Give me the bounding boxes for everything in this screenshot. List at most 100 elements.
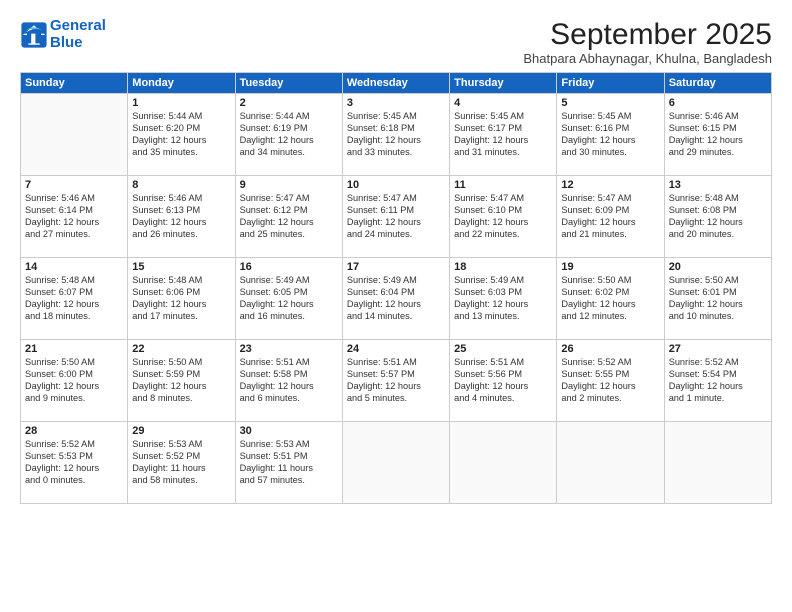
calendar-day-cell: 22Sunrise: 5:50 AMSunset: 5:59 PMDayligh… <box>128 340 235 422</box>
title-block: September 2025 Bhatpara Abhaynagar, Khul… <box>523 18 772 66</box>
day-info-line: Daylight: 12 hours <box>132 217 230 229</box>
day-info-line: Daylight: 12 hours <box>669 299 767 311</box>
calendar-day-cell <box>450 422 557 504</box>
day-info-line: Sunset: 6:12 PM <box>240 205 338 217</box>
calendar-day-cell: 28Sunrise: 5:52 AMSunset: 5:53 PMDayligh… <box>21 422 128 504</box>
day-info-line: and 16 minutes. <box>240 311 338 323</box>
day-info-line: and 33 minutes. <box>347 147 445 159</box>
calendar-day-cell: 26Sunrise: 5:52 AMSunset: 5:55 PMDayligh… <box>557 340 664 422</box>
day-info-line: Sunset: 5:57 PM <box>347 369 445 381</box>
day-number: 15 <box>132 261 230 273</box>
logo-text: General Blue <box>50 18 106 51</box>
calendar-header-cell: Monday <box>128 73 235 94</box>
day-info-line: Sunrise: 5:46 AM <box>25 193 123 205</box>
day-info-line: Sunset: 6:08 PM <box>669 205 767 217</box>
calendar-day-cell: 29Sunrise: 5:53 AMSunset: 5:52 PMDayligh… <box>128 422 235 504</box>
day-info-line: Sunset: 6:19 PM <box>240 123 338 135</box>
page: General Blue September 2025 Bhatpara Abh… <box>0 0 792 612</box>
day-number: 22 <box>132 343 230 355</box>
day-number: 10 <box>347 179 445 191</box>
day-info-line: Sunset: 5:58 PM <box>240 369 338 381</box>
day-info-line: and 0 minutes. <box>25 475 123 487</box>
day-info-line: Daylight: 12 hours <box>347 135 445 147</box>
day-info-line: and 26 minutes. <box>132 229 230 241</box>
day-info-line: and 17 minutes. <box>132 311 230 323</box>
day-info-line: Sunrise: 5:51 AM <box>454 357 552 369</box>
day-info-line: Sunrise: 5:47 AM <box>454 193 552 205</box>
day-info-line: Sunrise: 5:47 AM <box>561 193 659 205</box>
day-number: 16 <box>240 261 338 273</box>
calendar-day-cell: 30Sunrise: 5:53 AMSunset: 5:51 PMDayligh… <box>235 422 342 504</box>
day-number: 20 <box>669 261 767 273</box>
calendar-week-row: 28Sunrise: 5:52 AMSunset: 5:53 PMDayligh… <box>21 422 772 504</box>
day-number: 27 <box>669 343 767 355</box>
day-number: 23 <box>240 343 338 355</box>
calendar-day-cell: 5Sunrise: 5:45 AMSunset: 6:16 PMDaylight… <box>557 94 664 176</box>
calendar-day-cell: 23Sunrise: 5:51 AMSunset: 5:58 PMDayligh… <box>235 340 342 422</box>
calendar-week-row: 21Sunrise: 5:50 AMSunset: 6:00 PMDayligh… <box>21 340 772 422</box>
day-number: 21 <box>25 343 123 355</box>
calendar-day-cell: 20Sunrise: 5:50 AMSunset: 6:01 PMDayligh… <box>664 258 771 340</box>
day-info-line: Sunset: 6:13 PM <box>132 205 230 217</box>
calendar-day-cell: 7Sunrise: 5:46 AMSunset: 6:14 PMDaylight… <box>21 176 128 258</box>
calendar-day-cell <box>664 422 771 504</box>
day-info-line: and 13 minutes. <box>454 311 552 323</box>
day-info-line: Sunrise: 5:49 AM <box>240 275 338 287</box>
calendar-day-cell: 1Sunrise: 5:44 AMSunset: 6:20 PMDaylight… <box>128 94 235 176</box>
logo-icon <box>20 21 48 49</box>
day-info-line: Daylight: 12 hours <box>240 299 338 311</box>
day-info-line: Sunset: 6:14 PM <box>25 205 123 217</box>
day-info-line: Sunset: 6:07 PM <box>25 287 123 299</box>
day-info-line: Daylight: 12 hours <box>132 299 230 311</box>
calendar-day-cell: 13Sunrise: 5:48 AMSunset: 6:08 PMDayligh… <box>664 176 771 258</box>
day-info-line: and 6 minutes. <box>240 393 338 405</box>
calendar-day-cell: 11Sunrise: 5:47 AMSunset: 6:10 PMDayligh… <box>450 176 557 258</box>
calendar-day-cell <box>21 94 128 176</box>
day-info-line: Sunset: 6:09 PM <box>561 205 659 217</box>
day-info-line: Daylight: 12 hours <box>561 135 659 147</box>
calendar-week-row: 7Sunrise: 5:46 AMSunset: 6:14 PMDaylight… <box>21 176 772 258</box>
calendar-day-cell: 18Sunrise: 5:49 AMSunset: 6:03 PMDayligh… <box>450 258 557 340</box>
day-info-line: Daylight: 12 hours <box>132 381 230 393</box>
day-info-line: Sunrise: 5:50 AM <box>561 275 659 287</box>
day-number: 24 <box>347 343 445 355</box>
day-number: 6 <box>669 97 767 109</box>
day-info-line: Daylight: 12 hours <box>240 217 338 229</box>
logo-line2: Blue <box>50 34 83 51</box>
header: General Blue September 2025 Bhatpara Abh… <box>20 18 772 66</box>
calendar-day-cell <box>342 422 449 504</box>
day-info-line: and 29 minutes. <box>669 147 767 159</box>
calendar-day-cell: 8Sunrise: 5:46 AMSunset: 6:13 PMDaylight… <box>128 176 235 258</box>
day-info-line: Sunrise: 5:48 AM <box>669 193 767 205</box>
day-info-line: and 57 minutes. <box>240 475 338 487</box>
day-info-line: Sunset: 6:15 PM <box>669 123 767 135</box>
logo: General Blue <box>20 18 106 51</box>
day-info-line: Sunrise: 5:50 AM <box>132 357 230 369</box>
day-number: 30 <box>240 425 338 437</box>
day-number: 4 <box>454 97 552 109</box>
day-info-line: Sunrise: 5:53 AM <box>132 439 230 451</box>
day-info-line: and 31 minutes. <box>454 147 552 159</box>
day-info-line: and 2 minutes. <box>561 393 659 405</box>
day-info-line: Sunset: 6:00 PM <box>25 369 123 381</box>
day-info-line: Sunrise: 5:52 AM <box>25 439 123 451</box>
day-info-line: Daylight: 12 hours <box>454 381 552 393</box>
day-number: 2 <box>240 97 338 109</box>
day-number: 13 <box>669 179 767 191</box>
day-info-line: Daylight: 12 hours <box>561 299 659 311</box>
day-info-line: Daylight: 12 hours <box>454 299 552 311</box>
day-info-line: and 1 minute. <box>669 393 767 405</box>
day-info-line: and 20 minutes. <box>669 229 767 241</box>
day-info-line: Sunrise: 5:45 AM <box>561 111 659 123</box>
day-info-line: and 12 minutes. <box>561 311 659 323</box>
calendar-header-cell: Tuesday <box>235 73 342 94</box>
day-info-line: Sunrise: 5:45 AM <box>347 111 445 123</box>
day-info-line: Daylight: 12 hours <box>25 381 123 393</box>
day-info-line: Sunrise: 5:45 AM <box>454 111 552 123</box>
day-info-line: Sunset: 6:03 PM <box>454 287 552 299</box>
calendar-header-cell: Wednesday <box>342 73 449 94</box>
day-info-line: Daylight: 12 hours <box>454 135 552 147</box>
day-info-line: Sunrise: 5:50 AM <box>25 357 123 369</box>
day-info-line: and 58 minutes. <box>132 475 230 487</box>
day-info-line: and 10 minutes. <box>669 311 767 323</box>
